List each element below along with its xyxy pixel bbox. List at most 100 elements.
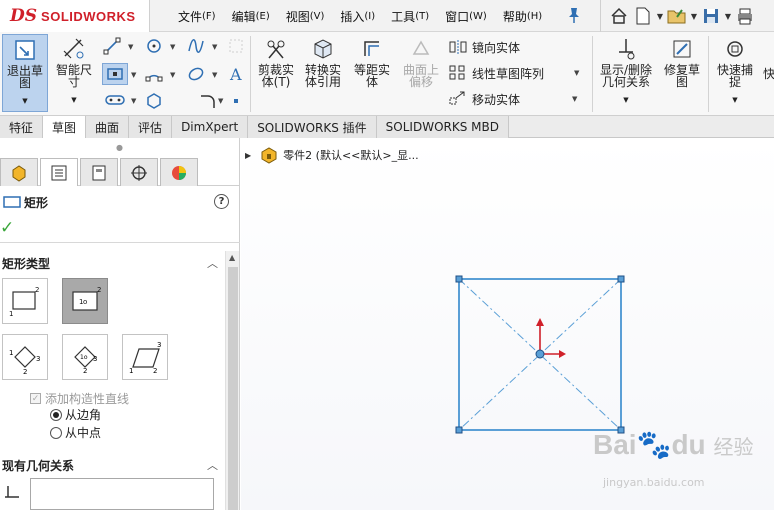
text-icon[interactable]: A <box>226 64 246 84</box>
open-folder-icon[interactable] <box>665 4 689 28</box>
tab-dimxpert[interactable]: DimXpert <box>172 116 249 138</box>
3-point-center-rectangle-icon[interactable]: 1o 3 2 <box>62 334 108 380</box>
quick-snap-icon <box>720 34 750 64</box>
line-icon[interactable] <box>102 36 122 56</box>
rectangle-type-group-header[interactable]: 矩形类型 ︿ <box>2 254 218 272</box>
menu-view[interactable]: 视图 (V) <box>278 4 333 28</box>
chevron-down-icon[interactable]: ▼ <box>170 43 175 51</box>
tab-mbd[interactable]: SOLIDWORKS MBD <box>376 116 509 138</box>
tab-surfaces[interactable]: 曲面 <box>86 116 130 138</box>
center-rectangle-icon[interactable]: 1o2 <box>62 278 108 324</box>
3-point-corner-rectangle-icon[interactable]: 1 3 2 <box>2 334 48 380</box>
move-entities-button[interactable]: 移动实体 ▼ <box>448 88 577 110</box>
feature-tree-flyout[interactable]: ▶ 零件2 (默认<<默认>_显... <box>245 146 419 164</box>
solidworks-logo[interactable]: DS SOLIDWORKS <box>0 0 150 32</box>
surface-grid-icon[interactable] <box>226 36 246 56</box>
chevron-down-icon[interactable]: ▼ <box>723 12 733 21</box>
chevron-down-icon[interactable]: ▼ <box>732 94 737 106</box>
property-manager-tab-icon[interactable] <box>40 158 78 186</box>
dimxpert-manager-tab-icon[interactable] <box>120 158 158 186</box>
save-icon[interactable] <box>699 4 723 28</box>
chevron-down-icon[interactable]: ▼ <box>218 97 223 105</box>
ok-checkmark-icon[interactable]: ✓ <box>0 218 18 238</box>
repair-sketch-icon <box>667 34 697 64</box>
corner-point[interactable] <box>617 275 625 283</box>
graphics-area[interactable]: ▶ 零件2 (默认<<默认>_显... Bai🐾du 经验 jingyan.ba… <box>241 138 774 510</box>
center-point[interactable] <box>535 349 545 359</box>
chevron-up-icon[interactable]: ︿ <box>207 255 218 271</box>
arc-icon[interactable] <box>144 64 164 84</box>
chevron-up-icon[interactable]: ︿ <box>207 457 218 473</box>
corner-rectangle-icon[interactable]: 21 <box>2 278 48 324</box>
chevron-down-icon[interactable]: ▼ <box>170 71 175 79</box>
chevron-down-icon[interactable]: ▼ <box>22 95 27 107</box>
point-icon[interactable] <box>226 91 246 111</box>
chevron-down-icon[interactable]: ▼ <box>574 69 579 77</box>
rapid-sketch-button[interactable]: 快 <box>763 68 774 80</box>
corner-point[interactable] <box>455 275 463 283</box>
corner-point[interactable] <box>455 426 463 434</box>
tab-features[interactable]: 特征 <box>0 116 44 138</box>
polygon-icon[interactable] <box>144 91 164 111</box>
feature-manager-tab-icon[interactable] <box>0 158 38 186</box>
convert-entities-button[interactable]: 转换实 体引用 <box>300 34 346 88</box>
repair-sketch-button[interactable]: 修复草 图 <box>660 34 704 88</box>
chevron-down-icon[interactable]: ▼ <box>212 71 217 79</box>
add-construction-lines-checkbox[interactable]: ✓ 添加构造性直线 <box>30 390 129 407</box>
tab-evaluate[interactable]: 评估 <box>129 116 173 138</box>
panel-scrollbar[interactable]: ▲ <box>225 251 239 510</box>
new-document-icon[interactable] <box>631 4 655 28</box>
svg-text:o: o <box>83 298 87 306</box>
display-manager-tab-icon[interactable] <box>160 158 198 186</box>
svg-text:A: A <box>229 65 242 83</box>
from-midpoints-radio[interactable]: 从中点 <box>50 424 101 441</box>
sketch-rectangle[interactable] <box>453 274 625 438</box>
trim-entities-button[interactable]: 剪裁实 体(T) <box>254 34 298 88</box>
exit-sketch-button[interactable]: 退出草 图 ▼ <box>2 34 48 112</box>
smart-dimension-button[interactable]: 智能尺 寸 ▼ <box>52 34 96 106</box>
home-icon[interactable] <box>607 4 631 28</box>
menu-edit[interactable]: 编辑 (E) <box>224 4 278 28</box>
offset-entities-button[interactable]: 等距实 体 <box>350 34 394 88</box>
from-corners-radio[interactable]: 从边角 <box>50 406 101 423</box>
display-delete-relations-button[interactable]: 显示/删除 几何关系 ▼ <box>596 34 656 106</box>
quick-snaps-button[interactable]: 快速捕 捉 ▼ <box>712 34 758 106</box>
menu-insert[interactable]: 插入 (I) <box>332 4 383 28</box>
spline-icon[interactable] <box>186 36 206 56</box>
offset-on-surface-button[interactable]: 曲面上 偏移 <box>398 34 444 88</box>
menu-window[interactable]: 窗口 (W) <box>437 4 495 28</box>
scroll-up-icon[interactable]: ▲ <box>229 253 235 262</box>
scrollbar-thumb[interactable] <box>228 267 238 510</box>
chevron-down-icon[interactable]: ▼ <box>689 12 699 21</box>
parallelogram-icon[interactable]: 3 1 2 <box>122 334 168 380</box>
chevron-down-icon[interactable]: ▼ <box>572 95 577 103</box>
existing-relations-list[interactable] <box>30 478 214 510</box>
ellipse-icon[interactable] <box>186 64 206 84</box>
slot-icon[interactable] <box>102 90 128 110</box>
chevron-down-icon[interactable]: ▼ <box>71 94 76 106</box>
relations-icon <box>611 34 641 64</box>
help-icon[interactable]: ? <box>214 194 229 209</box>
chevron-down-icon[interactable]: ▼ <box>623 94 628 106</box>
existing-relations-group-header[interactable]: 现有几何关系 ︿ <box>2 456 218 474</box>
print-icon[interactable] <box>733 4 757 28</box>
linear-sketch-pattern-button[interactable]: 线性草图阵列 ▼ <box>448 62 579 84</box>
chevron-down-icon[interactable]: ▼ <box>128 43 133 51</box>
menu-tools[interactable]: 工具 (T) <box>383 4 437 28</box>
fillet-icon[interactable] <box>198 91 218 111</box>
circle-icon[interactable] <box>144 36 164 56</box>
tab-addins[interactable]: SOLIDWORKS 插件 <box>248 116 377 138</box>
rectangle-icon[interactable] <box>102 63 128 85</box>
pin-icon[interactable] <box>566 6 582 24</box>
menu-file[interactable]: 文件 (F) <box>170 4 224 28</box>
panel-grip-icon[interactable]: ● <box>0 138 239 156</box>
chevron-down-icon[interactable]: ▼ <box>131 71 136 79</box>
expand-arrow-icon[interactable]: ▶ <box>245 151 251 160</box>
chevron-down-icon[interactable]: ▼ <box>212 43 217 51</box>
mirror-entities-button[interactable]: 镜向实体 <box>448 36 520 58</box>
chevron-down-icon[interactable]: ▼ <box>131 97 136 105</box>
configuration-manager-tab-icon[interactable] <box>80 158 118 186</box>
chevron-down-icon[interactable]: ▼ <box>655 12 665 21</box>
menu-help[interactable]: 帮助 (H) <box>495 4 550 28</box>
tab-sketch[interactable]: 草图 <box>43 116 87 138</box>
